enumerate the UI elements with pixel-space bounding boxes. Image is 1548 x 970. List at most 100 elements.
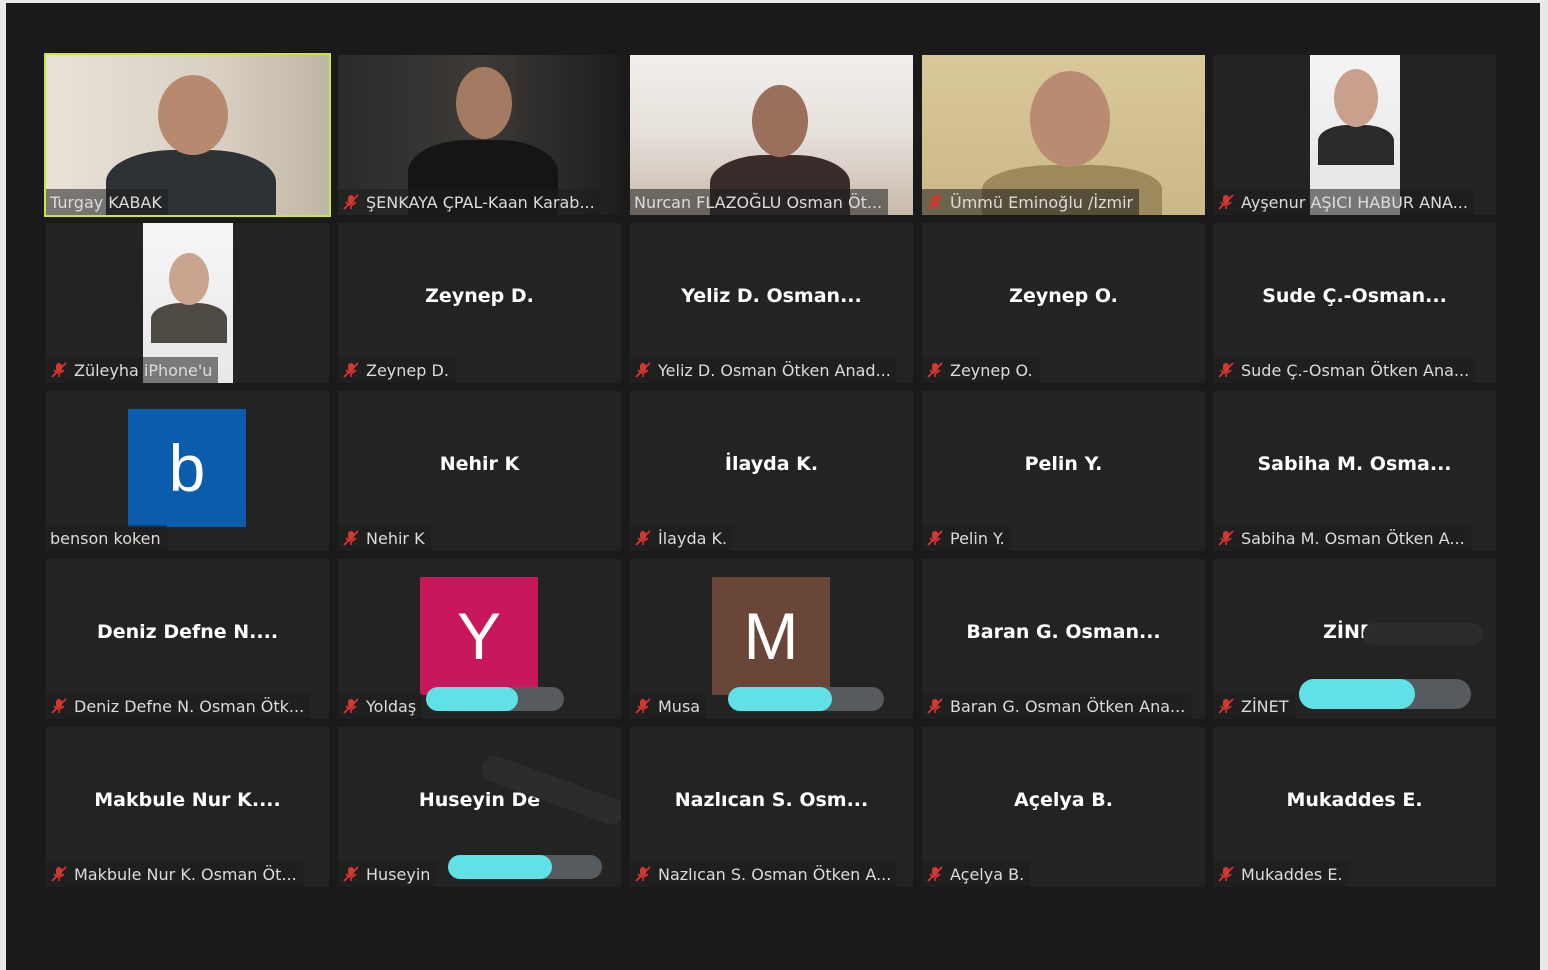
microphone-muted-icon bbox=[50, 697, 68, 715]
microphone-muted-icon bbox=[1217, 361, 1235, 379]
participant-display-name: Nehir K bbox=[439, 453, 520, 475]
participant-name-label: Mukaddes E. bbox=[1213, 861, 1349, 887]
participant-avatar: b bbox=[128, 409, 246, 527]
participant-tile-s-enkaya-c-pal-kaan-karab[interactable]: ŞENKAYA ÇPAL-Kaan Karab... bbox=[338, 55, 621, 215]
participant-name-text: Ümmü Eminoğlu /İzmir bbox=[950, 192, 1134, 212]
participant-avatar: Y bbox=[420, 577, 538, 695]
participant-tile-zeynep-o[interactable]: Zeynep O. Zeynep O. bbox=[922, 223, 1205, 383]
participant-display-name: Pelin Y. bbox=[1024, 453, 1103, 475]
participant-display-name: Yeliz D. Osman... bbox=[681, 285, 862, 307]
participant-name-text: Huseyin bbox=[366, 864, 431, 884]
participant-display-name: Makbule Nur K.... bbox=[94, 789, 281, 811]
participant-tile-sude-c-osman-o-tken-ana[interactable]: Sude Ç.-Osman... Sude Ç.-Osman Ötken Ana.… bbox=[1213, 223, 1496, 383]
redaction-bar bbox=[426, 687, 564, 711]
participant-name-text: Musa bbox=[658, 696, 701, 716]
participant-name-text: Mukaddes E. bbox=[1241, 864, 1343, 884]
participant-tile-zeynep-d[interactable]: Zeynep D. Zeynep D. bbox=[338, 223, 621, 383]
participant-tile-deniz-defne-n-osman-o-tk[interactable]: Deniz Defne N.... Deniz Defne N. Osman Öt… bbox=[46, 559, 329, 719]
participant-tile-zi-net[interactable]: ZİNET ZİNET bbox=[1213, 559, 1496, 719]
participant-tile-nazl-can-s-osman-o-tken-a[interactable]: Nazlıcan S. Osm... Nazlıcan S. Osman Ötke… bbox=[630, 727, 913, 887]
participant-name-text: Zeynep D. bbox=[366, 360, 449, 380]
participant-name-label: Musa bbox=[630, 693, 707, 719]
participant-name-text: ŞENKAYA ÇPAL-Kaan Karab... bbox=[366, 192, 595, 212]
participant-name-label: Sude Ç.-Osman Ötken Ana... bbox=[1213, 357, 1476, 383]
participant-name-label: Züleyha iPhone'u bbox=[46, 357, 219, 383]
participant-display-name: Açelya B. bbox=[1014, 789, 1113, 811]
microphone-muted-icon bbox=[342, 193, 360, 211]
participant-name-label: ŞENKAYA ÇPAL-Kaan Karab... bbox=[338, 189, 601, 215]
participant-tile-musa[interactable]: M Musa bbox=[630, 559, 913, 719]
participant-name-label: Zeynep D. bbox=[338, 357, 455, 383]
participant-tile-huseyin[interactable]: Huseyin De Huseyin bbox=[338, 727, 621, 887]
participant-tile-baran-g-osman-o-tken-ana[interactable]: Baran G. Osman... Baran G. Osman Ötken An… bbox=[922, 559, 1205, 719]
participant-tile-ays-enur-as-ici-habur-ana[interactable]: Ayşenur AŞICI HABUR ANA... bbox=[1213, 55, 1496, 215]
participant-name-label: Sabiha M. Osman Ötken A... bbox=[1213, 525, 1471, 551]
participant-name-label: Yeliz D. Osman Ötken Anad... bbox=[630, 357, 897, 383]
microphone-muted-icon bbox=[1217, 529, 1235, 547]
participant-name-label: Zeynep O. bbox=[922, 357, 1039, 383]
participant-name-text: Deniz Defne N. Osman Ötk... bbox=[74, 696, 305, 716]
redaction-bar bbox=[448, 855, 602, 879]
participant-tile-mukaddes-e[interactable]: Mukaddes E. Mukaddes E. bbox=[1213, 727, 1496, 887]
participant-display-name: Sabiha M. Osma... bbox=[1257, 453, 1452, 475]
participant-name-text: Yeliz D. Osman Ötken Anad... bbox=[658, 360, 891, 380]
participant-tile-zu-leyha-iphone-u[interactable]: Züleyha iPhone'u bbox=[46, 223, 329, 383]
participant-tile-yoldas[interactable]: Y Yoldaş bbox=[338, 559, 621, 719]
microphone-muted-icon bbox=[634, 865, 652, 883]
participant-avatar: M bbox=[712, 577, 830, 695]
microphone-muted-icon bbox=[926, 361, 944, 379]
participant-name-label: İlayda K. bbox=[630, 525, 734, 551]
microphone-muted-icon bbox=[342, 697, 360, 715]
participant-tile-u-mmu-eminog-lu-i-zmir[interactable]: Ümmü Eminoğlu /İzmir bbox=[922, 55, 1205, 215]
participant-name-text: Baran G. Osman Ötken Ana... bbox=[950, 696, 1186, 716]
participant-tile-pelin-y[interactable]: Pelin Y. Pelin Y. bbox=[922, 391, 1205, 551]
participant-name-text: Sabiha M. Osman Ötken A... bbox=[1241, 528, 1465, 548]
participant-tile-makbule-nur-k-osman-o-t[interactable]: Makbule Nur K.... Makbule Nur K. Osman Öt… bbox=[46, 727, 329, 887]
participant-name-label: Ayşenur AŞICI HABUR ANA... bbox=[1213, 189, 1474, 215]
participant-display-name: Deniz Defne N.... bbox=[96, 621, 279, 643]
participant-name-text: Yoldaş bbox=[366, 696, 417, 716]
microphone-muted-icon bbox=[342, 529, 360, 547]
participant-name-text: Pelin Y. bbox=[950, 528, 1005, 548]
participant-name-label: Makbule Nur K. Osman Öt... bbox=[46, 861, 303, 887]
participant-name-text: Makbule Nur K. Osman Öt... bbox=[74, 864, 297, 884]
microphone-muted-icon bbox=[926, 193, 944, 211]
participant-tile-nehir-k[interactable]: Nehir K Nehir K bbox=[338, 391, 621, 551]
redaction-bar bbox=[1299, 679, 1471, 709]
microphone-muted-icon bbox=[926, 697, 944, 715]
participant-name-label: Nehir K bbox=[338, 525, 431, 551]
microphone-muted-icon bbox=[1217, 193, 1235, 211]
microphone-muted-icon bbox=[50, 865, 68, 883]
participant-display-name: Nazlıcan S. Osm... bbox=[674, 789, 869, 811]
microphone-muted-icon bbox=[634, 529, 652, 547]
microphone-muted-icon bbox=[1217, 865, 1235, 883]
participant-name-label: ZİNET bbox=[1213, 693, 1295, 719]
redaction-bar bbox=[728, 687, 884, 711]
participant-tile-ac-elya-b[interactable]: Açelya B. Açelya B. bbox=[922, 727, 1205, 887]
participant-name-label: Ümmü Eminoğlu /İzmir bbox=[922, 189, 1140, 215]
participant-name-label: Nurcan FLAZOĞLU Osman Öt... bbox=[630, 189, 889, 215]
participant-tile-sabiha-m-osman-o-tken-a[interactable]: Sabiha M. Osma... Sabiha M. Osman Ötken A… bbox=[1213, 391, 1496, 551]
microphone-muted-icon bbox=[634, 697, 652, 715]
participant-tile-i-layda-k[interactable]: İlayda K. İlayda K. bbox=[630, 391, 913, 551]
participant-name-text: Nazlıcan S. Osman Ötken A... bbox=[658, 864, 892, 884]
participant-name-label: Nazlıcan S. Osman Ötken A... bbox=[630, 861, 898, 887]
microphone-muted-icon bbox=[926, 529, 944, 547]
participant-name-label: Baran G. Osman Ötken Ana... bbox=[922, 693, 1192, 719]
participant-name-text: Açelya B. bbox=[950, 864, 1025, 884]
participant-name-text: Turgay KABAK bbox=[50, 192, 162, 212]
participant-tile-yeliz-d-osman-o-tken-anad[interactable]: Yeliz D. Osman... Yeliz D. Osman Ötken An… bbox=[630, 223, 913, 383]
microphone-muted-icon bbox=[926, 865, 944, 883]
participant-name-text: ZİNET bbox=[1241, 696, 1289, 716]
participant-name-label: Yoldaş bbox=[338, 693, 423, 719]
microphone-muted-icon bbox=[634, 361, 652, 379]
participant-tile-benson-koken[interactable]: b benson koken bbox=[46, 391, 329, 551]
participant-name-label: benson koken bbox=[46, 525, 167, 551]
participant-display-name: Mukaddes E. bbox=[1286, 789, 1423, 811]
participant-name-text: Nehir K bbox=[366, 528, 425, 548]
participant-display-name: Zeynep D. bbox=[425, 285, 534, 307]
participant-tile-nurcan-flazog-lu-osman-o-t[interactable]: Nurcan FLAZOĞLU Osman Öt... bbox=[630, 55, 913, 215]
participant-name-label: Turgay KABAK bbox=[46, 189, 168, 215]
microphone-muted-icon bbox=[342, 361, 360, 379]
participant-tile-turgay-kabak[interactable]: Turgay KABAK bbox=[44, 53, 331, 217]
